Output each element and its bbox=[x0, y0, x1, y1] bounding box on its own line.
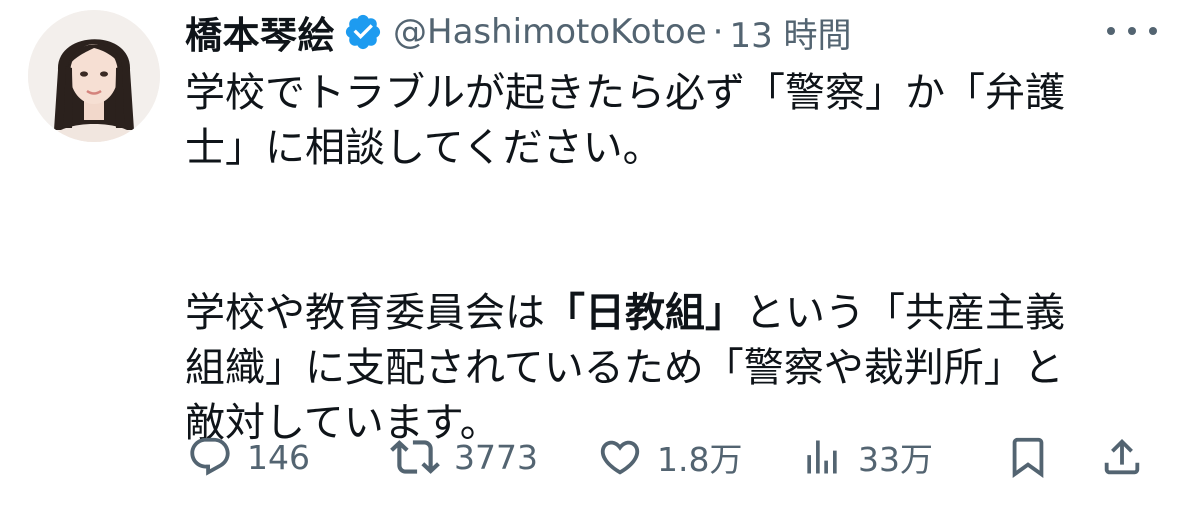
more-dots-icon[interactable] bbox=[1107, 16, 1157, 46]
tweet-header: 橋本琴絵 @HashimotoKotoe · 13 時間 bbox=[185, 6, 1145, 58]
views-count: 33万 bbox=[858, 440, 933, 479]
reply-button[interactable]: 146 bbox=[187, 428, 310, 486]
timestamp[interactable]: 13 時間 bbox=[729, 8, 851, 57]
display-name[interactable]: 橋本琴絵 bbox=[185, 5, 335, 59]
retweet-button[interactable]: 3773 bbox=[390, 428, 538, 486]
tweet-bold-segment: 「日教組」 bbox=[545, 290, 745, 336]
bookmark-icon bbox=[1012, 437, 1044, 478]
verified-badge-icon[interactable] bbox=[343, 12, 383, 52]
like-count: 1.8万 bbox=[657, 440, 743, 479]
action-bar: 146 3773 1.8万 33万 bbox=[185, 428, 1145, 486]
reply-count: 146 bbox=[247, 437, 310, 477]
retweet-count: 3773 bbox=[454, 437, 538, 477]
analytics-bars-icon bbox=[807, 440, 837, 474]
avatar[interactable] bbox=[28, 10, 160, 142]
handle[interactable]: @HashimotoKotoe bbox=[393, 12, 707, 52]
tweet-text-segment: という「共産主義 bbox=[745, 290, 1065, 336]
share-button[interactable] bbox=[1099, 428, 1145, 486]
views-button[interactable]: 33万 bbox=[800, 428, 933, 486]
bookmark-button[interactable] bbox=[1005, 428, 1051, 486]
tweet-text: 学校でトラブルが起きたら必ず「警察」か「弁護 士」に相談してください。 学校や教… bbox=[185, 66, 1135, 451]
tweet-text-segment: 学校や教育委員会は bbox=[185, 290, 545, 336]
tweet-line: 組織」に支配されているため「警察や裁判所」と bbox=[185, 345, 1064, 391]
tweet-line: 士」に相談してください。 bbox=[185, 125, 663, 171]
heart-icon bbox=[600, 440, 640, 475]
reply-bubble-icon bbox=[190, 437, 230, 476]
tweet-line: 学校や教育委員会は「日教組」という「共産主義 bbox=[185, 286, 1135, 341]
retweet-icon bbox=[390, 440, 440, 474]
like-button[interactable]: 1.8万 bbox=[597, 428, 742, 486]
separator: · bbox=[712, 12, 724, 52]
share-upload-icon bbox=[1104, 438, 1140, 475]
tweet-line: 学校でトラブルが起きたら必ず「警察」か「弁護 bbox=[185, 70, 1065, 116]
avatar-photo bbox=[28, 10, 160, 142]
